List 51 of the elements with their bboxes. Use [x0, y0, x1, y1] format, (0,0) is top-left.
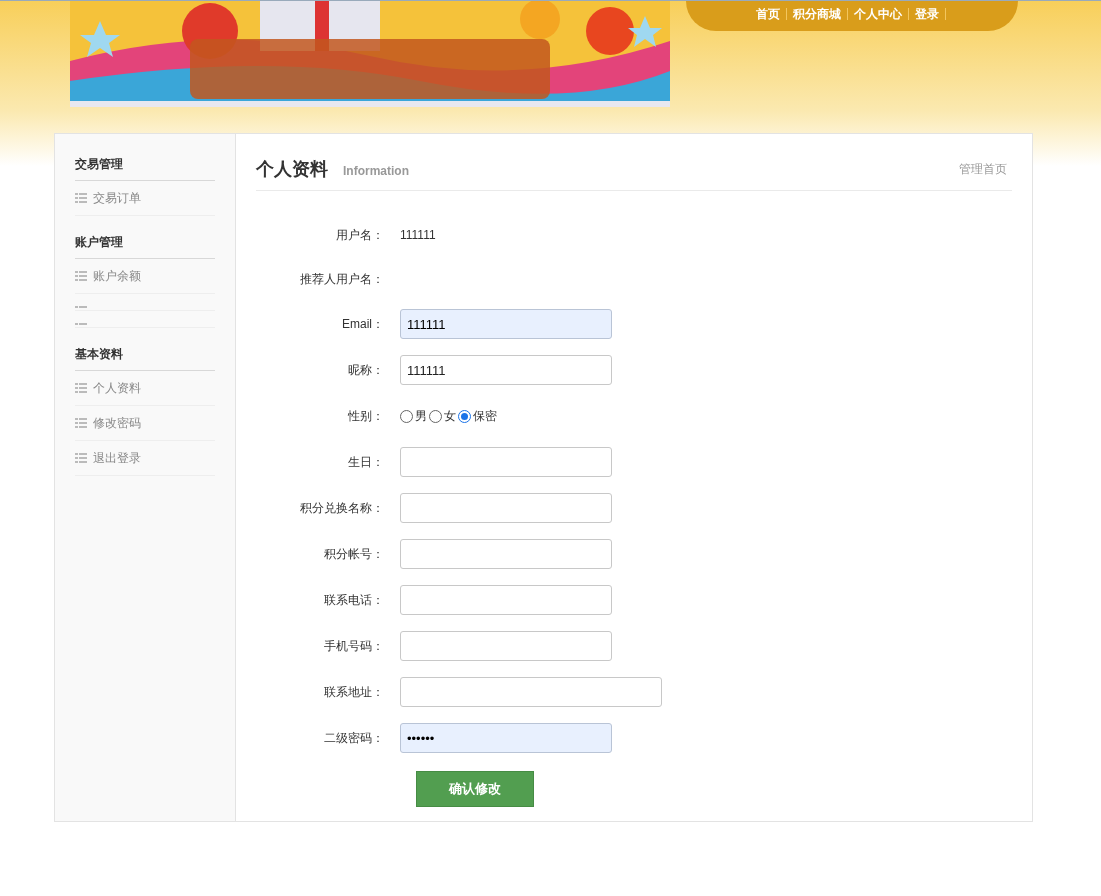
input-field[interactable]: [400, 447, 612, 477]
list-icon: [75, 271, 87, 281]
field-label: 昵称：: [347, 361, 385, 379]
sidebar-heading: 账户管理: [75, 226, 215, 259]
home-link[interactable]: 管理首页: [959, 160, 1007, 178]
page-subtitle: Information: [343, 164, 409, 178]
sidebar-heading: 交易管理: [75, 148, 215, 181]
field-label: 性别：: [347, 407, 385, 425]
radio-button[interactable]: [400, 409, 413, 423]
nav-link[interactable]: 首页: [756, 6, 780, 23]
nav-link[interactable]: 积分商城: [793, 6, 841, 23]
field-label: 积分兑换名称：: [299, 499, 385, 517]
field-label: 联系电话：: [323, 591, 385, 609]
field-label: 推荐人用户名：: [299, 270, 385, 288]
list-icon: [75, 193, 87, 203]
sidebar-item[interactable]: 退出登录: [93, 449, 141, 467]
radio-label[interactable]: 男: [415, 407, 427, 425]
radio-button[interactable]: [429, 409, 442, 423]
sidebar-heading: 基本资料: [75, 338, 215, 371]
field-value: 111111: [400, 228, 436, 242]
field-label: 联系地址：: [323, 683, 385, 701]
nav-link[interactable]: 登录: [915, 6, 939, 23]
dash-icon: [75, 306, 87, 308]
input-field[interactable]: 111111: [400, 309, 612, 339]
input-field[interactable]: [400, 539, 612, 569]
list-icon: [75, 418, 87, 428]
radio-label[interactable]: 保密: [473, 407, 497, 425]
sidebar-item[interactable]: 账户余额: [93, 267, 141, 285]
list-icon: [75, 383, 87, 393]
dash-icon: [75, 323, 87, 325]
field-label: 用户名：: [335, 226, 385, 244]
sidebar-item[interactable]: 个人资料: [93, 379, 141, 397]
submit-button[interactable]: 确认修改: [416, 771, 534, 807]
input-field[interactable]: [400, 677, 662, 707]
page-title: 个人资料: [256, 158, 328, 181]
input-field[interactable]: [400, 585, 612, 615]
field-label: Email：: [341, 315, 385, 333]
field-label: 手机号码：: [323, 637, 385, 655]
radio-label[interactable]: 女: [444, 407, 456, 425]
input-field[interactable]: [400, 493, 612, 523]
radio-button[interactable]: [458, 409, 471, 423]
input-field[interactable]: 111111: [400, 355, 612, 385]
field-label: 积分帐号：: [323, 545, 385, 563]
list-icon: [75, 453, 87, 463]
field-label: 二级密码：: [323, 729, 385, 747]
sidebar-item[interactable]: 交易订单: [93, 189, 141, 207]
field-label: 生日：: [347, 453, 385, 471]
sidebar-item[interactable]: 修改密码: [93, 414, 141, 432]
nav-link[interactable]: 个人中心: [854, 6, 902, 23]
input-field[interactable]: ••••••: [400, 723, 612, 753]
input-field[interactable]: [400, 631, 612, 661]
